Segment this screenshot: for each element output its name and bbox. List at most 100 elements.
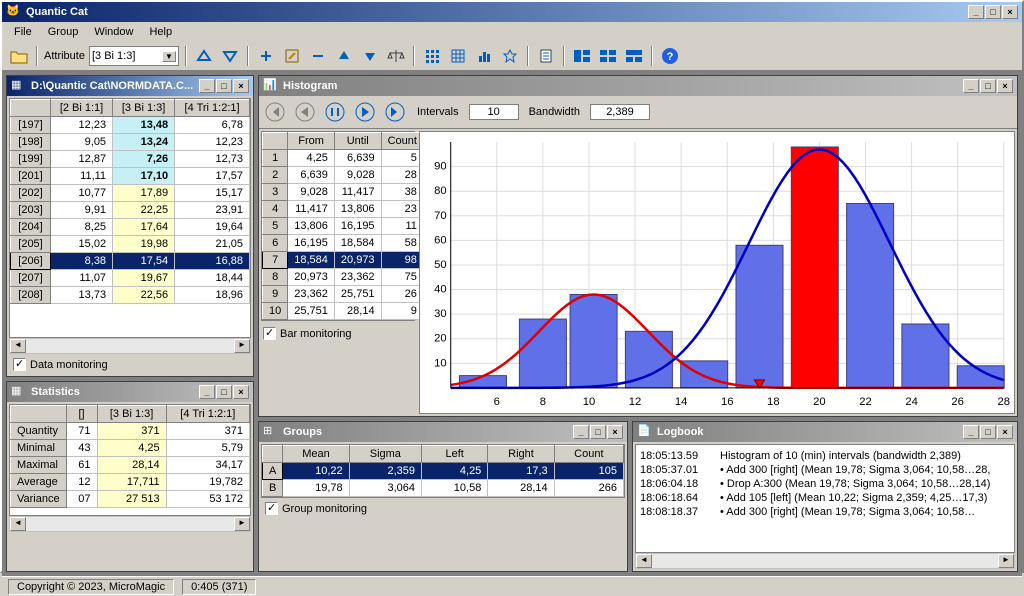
logbook-title: Logbook [657,426,963,438]
menu-window[interactable]: Window [86,24,141,40]
attribute-dropdown[interactable]: ▼ [89,46,179,66]
hist-toolbar: Intervals Bandwidth [259,96,1017,129]
panel-close[interactable]: × [607,425,623,439]
data-monitor-checkbox[interactable] [13,358,26,371]
first-button[interactable] [263,100,287,124]
menu-group[interactable]: Group [40,24,87,40]
star-button[interactable] [499,45,521,67]
stats-icon: ▦ [11,384,27,400]
table-button[interactable] [447,45,469,67]
svg-text:90: 90 [434,161,447,173]
svg-text:18: 18 [767,396,780,408]
bandwidth-input[interactable] [590,104,650,120]
interval-table[interactable]: FromUntilCount14,256,639526,6399,0282839… [262,132,424,320]
panel-close[interactable]: × [997,425,1013,439]
bar-monitor-label: Bar monitoring [280,328,352,340]
data-panel-title: D:\Quantic Cat\NORMDATA.C... [31,80,199,92]
panel-min[interactable]: _ [199,385,215,399]
next-button[interactable] [353,100,377,124]
group-monitor-checkbox[interactable] [265,502,278,515]
panel-min[interactable]: _ [963,79,979,93]
panel-max[interactable]: □ [980,425,996,439]
svg-text:20: 20 [813,396,826,408]
svg-text:10: 10 [583,396,596,408]
remove-button[interactable] [307,45,329,67]
stats-hscroll[interactable]: ◄► [9,516,251,532]
table-icon: ▦ [11,78,27,94]
layout2-button[interactable] [597,45,619,67]
intervals-input[interactable] [469,104,519,120]
data-panel-titlebar: ▦ D:\Quantic Cat\NORMDATA.C... _□× [7,76,253,96]
down2-button[interactable] [359,45,381,67]
panel-max[interactable]: □ [216,79,232,93]
stats-table[interactable]: [][3 Bi 1:3][4 Tri 1:2:1]Quantity7137137… [10,405,250,508]
down-button[interactable] [219,45,241,67]
menu-file[interactable]: File [6,24,40,40]
svg-text:8: 8 [540,396,546,408]
svg-text:6: 6 [494,396,500,408]
dropdown-arrow-icon[interactable]: ▼ [162,51,176,62]
histogram-chart[interactable]: 1020304050607080906810121416182022242628 [419,131,1015,414]
main-toolbar: Attribute ▼ ? [2,42,1022,71]
open-file-button[interactable] [8,45,30,67]
close-button[interactable]: × [1002,5,1018,19]
groups-table[interactable]: MeanSigmaLeftRightCountA10,222,3594,2517… [262,445,624,497]
panel-max[interactable]: □ [590,425,606,439]
copyright: Copyright © 2023, MicroMagic [8,579,174,595]
document-button[interactable] [535,45,557,67]
attribute-label: Attribute [44,50,85,62]
layout3-button[interactable] [623,45,645,67]
balance-button[interactable] [385,45,407,67]
panel-max[interactable]: □ [216,385,232,399]
groups-title: Groups [283,426,573,438]
svg-text:50: 50 [434,259,447,271]
groups-titlebar: ⊞ Groups _□× [259,422,627,442]
pause-button[interactable] [323,100,347,124]
edit-button[interactable] [281,45,303,67]
bar-monitor-checkbox[interactable] [263,327,276,340]
svg-text:28: 28 [997,396,1010,408]
svg-text:24: 24 [905,396,918,408]
log-body[interactable]: 18:05:13.5918:05:37.0118:06:04.1818:06:1… [635,444,1015,553]
svg-text:12: 12 [629,396,642,408]
svg-text:10: 10 [434,357,447,369]
svg-text:60: 60 [434,234,447,246]
chart-icon: 📊 [263,78,279,94]
add-button[interactable] [255,45,277,67]
minimize-button[interactable]: _ [968,5,984,19]
panel-min[interactable]: _ [199,79,215,93]
svg-text:80: 80 [434,185,447,197]
panel-min[interactable]: _ [573,425,589,439]
maximize-button[interactable]: □ [985,5,1001,19]
last-button[interactable] [383,100,407,124]
svg-text:70: 70 [434,210,447,222]
up2-button[interactable] [333,45,355,67]
panel-close[interactable]: × [233,79,249,93]
stats-title: Statistics [31,386,199,398]
help-button[interactable]: ? [659,45,681,67]
svg-text:14: 14 [675,396,688,408]
grid-button[interactable] [421,45,443,67]
data-table[interactable]: [2 Bi 1:1][3 Bi 1:3][4 Tri 1:2:1][197]12… [10,99,250,304]
data-hscroll[interactable]: ◄► [9,338,251,354]
up-button[interactable] [193,45,215,67]
svg-text:22: 22 [859,396,872,408]
log-hscroll[interactable]: ◄► [635,553,1015,569]
svg-text:?: ? [667,51,674,63]
menubar: File Group Window Help [2,22,1022,42]
attribute-input[interactable] [92,50,162,62]
chart-button[interactable] [473,45,495,67]
prev-button[interactable] [293,100,317,124]
app-title: Quantic Cat [26,6,968,18]
statusbar: Copyright © 2023, MicroMagic 0:405 (371) [2,576,1022,596]
panel-max[interactable]: □ [980,79,996,93]
svg-text:16: 16 [721,396,734,408]
layout1-button[interactable] [571,45,593,67]
logbook-titlebar: 📄 Logbook _□× [633,422,1017,442]
menu-help[interactable]: Help [141,24,180,40]
group-monitor-label: Group monitoring [282,503,367,515]
panel-close[interactable]: × [997,79,1013,93]
panel-close[interactable]: × [233,385,249,399]
hist-titlebar: 📊 Histogram _□× [259,76,1017,96]
panel-min[interactable]: _ [963,425,979,439]
